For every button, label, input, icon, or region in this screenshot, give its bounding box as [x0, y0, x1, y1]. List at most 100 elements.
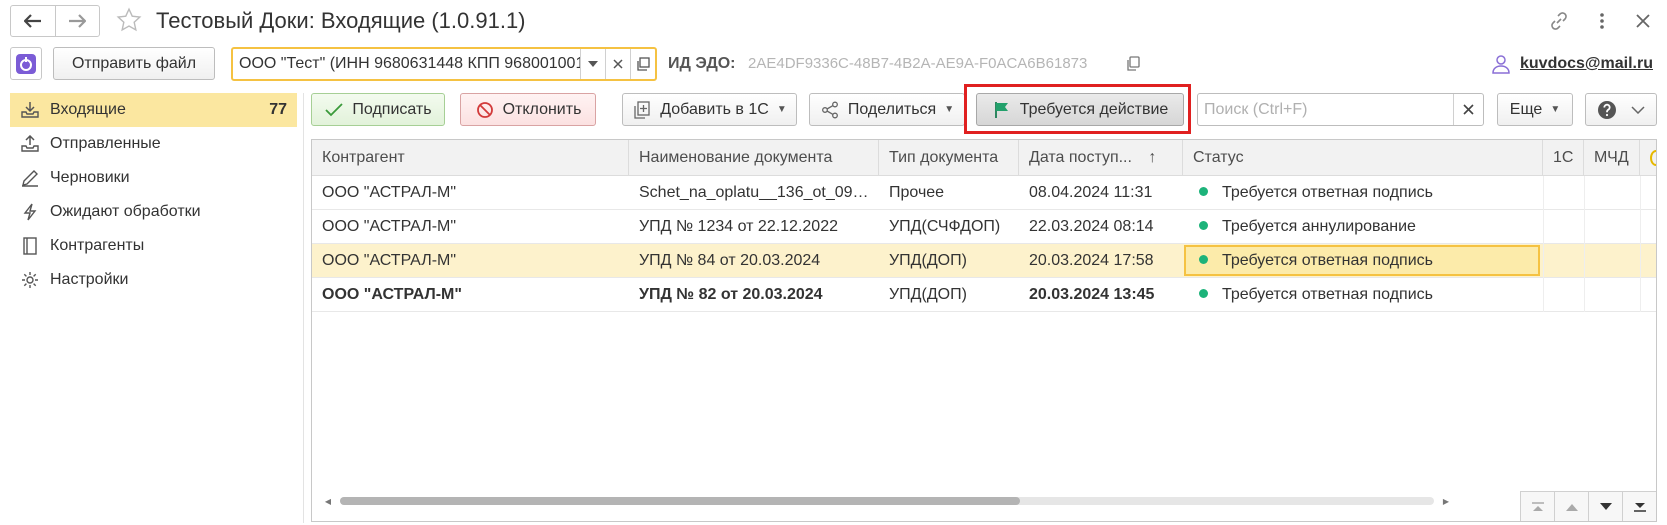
organization-clear-button[interactable] — [605, 49, 630, 79]
sidebar-divider — [303, 93, 304, 523]
sidebar-item-drafts[interactable]: Черновики — [10, 161, 297, 195]
status-text: Требуется ответная подпись — [1222, 184, 1433, 201]
action-required-label: Требуется действие — [1019, 100, 1169, 118]
sidebar-item-label: Ожидают обработки — [50, 203, 201, 220]
column-separator — [1640, 244, 1641, 278]
column-separator — [1640, 278, 1641, 312]
star-icon — [116, 7, 142, 32]
window-menu-button[interactable] — [1589, 8, 1615, 34]
horizontal-scrollbar[interactable]: ◀ ▶ — [322, 495, 1452, 507]
status-text: Требуется ответная подпись — [1222, 286, 1433, 303]
add-document-icon — [632, 100, 652, 120]
share-button[interactable]: Поделиться ▼ — [809, 93, 965, 126]
cell-counterparty: ООО "АСТРАЛ-М" — [322, 218, 457, 235]
navigation-buttons — [10, 5, 100, 37]
cell-date: 22.03.2024 08:14 — [1029, 218, 1154, 235]
reject-button[interactable]: Отклонить — [460, 93, 596, 126]
table-row-unread[interactable]: ООО "АСТРАЛ-М" УПД № 82 от 20.03.2024 УП… — [312, 278, 1656, 312]
status-dot — [1199, 221, 1208, 231]
cell-doc-name: УПД № 82 от 20.03.2024 — [639, 286, 823, 303]
copy-icon — [1127, 56, 1140, 71]
action-required-button[interactable]: Требуется действие — [976, 93, 1184, 126]
pencil-icon — [20, 168, 40, 188]
next-row-button[interactable] — [1588, 492, 1622, 521]
sidebar-item-pending[interactable]: Ожидают обработки — [10, 195, 297, 229]
checkmark-icon — [324, 100, 344, 120]
cell-status: Требуется ответная подпись — [1183, 244, 1543, 278]
back-button[interactable] — [11, 6, 55, 36]
close-icon — [613, 59, 623, 69]
table-row[interactable]: ООО "АСТРАЛ-М" УПД № 1234 от 22.12.2022 … — [312, 210, 1656, 244]
more-button[interactable]: Еще ▼ — [1497, 93, 1573, 126]
column-separator — [1543, 210, 1544, 244]
cell-doc-type: Прочее — [889, 184, 945, 201]
sidebar-item-counterparties[interactable]: Контрагенты — [10, 229, 297, 263]
column-separator — [1543, 278, 1544, 312]
copy-edo-button[interactable] — [1123, 54, 1143, 74]
column-header-counterparty[interactable]: Контрагент — [312, 140, 629, 176]
scroll-right-icon[interactable]: ▶ — [1440, 495, 1452, 507]
scroll-left-icon[interactable]: ◀ — [322, 495, 334, 507]
close-icon — [1636, 14, 1650, 28]
chevron-down-icon — [1631, 105, 1645, 114]
scrollbar-thumb[interactable] — [340, 497, 1020, 505]
book-icon — [20, 236, 40, 256]
sidebar: Входящие 77 Отправленные Черновики Ожида… — [10, 93, 297, 297]
column-header-status[interactable]: Статус — [1183, 140, 1543, 176]
search-clear-button[interactable] — [1453, 94, 1483, 125]
table-row[interactable]: ООО "АСТРАЛ-М" Schet_na_oplatu__136_ot_0… — [312, 176, 1656, 210]
search-input[interactable] — [1198, 94, 1453, 125]
column-header-doc-name[interactable]: Наименование документа — [629, 140, 879, 176]
previous-row-button[interactable] — [1554, 492, 1588, 521]
column-separator — [1640, 210, 1641, 244]
sidebar-item-label: Настройки — [50, 271, 129, 288]
sidebar-item-label: Отправленные — [50, 135, 161, 152]
sidebar-item-incoming[interactable]: Входящие 77 — [10, 93, 297, 127]
organization-dropdown-button[interactable] — [580, 49, 605, 79]
app-button[interactable] — [10, 47, 42, 80]
sidebar-item-settings[interactable]: Настройки — [10, 263, 297, 297]
favorite-button[interactable] — [114, 5, 144, 35]
window-close-button[interactable] — [1630, 8, 1656, 34]
scrollbar-track[interactable] — [340, 497, 1434, 505]
cell-doc-name: Schet_na_oplatu__136_ot_09.04.2024 — [639, 184, 869, 201]
sign-button[interactable]: Подписать — [311, 93, 445, 126]
column-separator — [1584, 278, 1585, 312]
organization-open-button[interactable] — [630, 49, 655, 79]
last-row-button[interactable] — [1622, 492, 1656, 521]
cell-status: Требуется ответная подпись — [1183, 176, 1543, 210]
cell-counterparty: ООО "АСТРАЛ-М" — [322, 286, 462, 303]
add-to-1c-label: Добавить в 1С — [660, 100, 769, 118]
lightning-icon — [20, 202, 40, 222]
open-window-icon — [637, 57, 650, 71]
column-header-doc-type[interactable]: Тип документа — [879, 140, 1019, 176]
cell-counterparty: ООО "АСТРАЛ-М" — [322, 252, 457, 269]
column-header-extra[interactable] — [1640, 140, 1656, 176]
help-button[interactable] — [1585, 93, 1657, 126]
column-header-1c[interactable]: 1С — [1543, 140, 1584, 176]
column-header-date[interactable]: Дата поступ... ↑ — [1019, 140, 1183, 176]
table-row-selected[interactable]: ООО "АСТРАЛ-М" УПД № 84 от 20.03.2024 УП… — [312, 244, 1656, 278]
forward-button[interactable] — [54, 6, 100, 36]
organization-select[interactable]: ООО "Тест" (ИНН 9680631448 КПП 968001001… — [231, 47, 657, 81]
row-navigation — [1520, 491, 1656, 521]
first-row-button[interactable] — [1520, 492, 1554, 521]
add-to-1c-button[interactable]: Добавить в 1С ▼ — [622, 93, 797, 126]
user-email-link[interactable]: kuvdocs@mail.ru — [1520, 52, 1653, 76]
gear-icon — [20, 270, 40, 290]
status-dot — [1199, 187, 1208, 197]
organization-value: ООО "Тест" (ИНН 9680631448 КПП 968001001… — [239, 55, 580, 72]
sidebar-item-label: Черновики — [50, 169, 130, 186]
cell-doc-type: УПД(СЧФДОП) — [889, 218, 1001, 235]
column-header-mchd[interactable]: МЧД — [1584, 140, 1640, 176]
cell-doc-name: УПД № 84 от 20.03.2024 — [639, 252, 821, 269]
cell-date: 20.03.2024 17:58 — [1029, 252, 1154, 269]
chevron-down-icon: ▼ — [1550, 104, 1561, 115]
first-row-icon — [1531, 502, 1544, 511]
link-button[interactable] — [1546, 8, 1572, 34]
close-icon — [1463, 104, 1474, 115]
sidebar-item-sent[interactable]: Отправленные — [10, 127, 297, 161]
send-file-button[interactable]: Отправить файл — [53, 47, 215, 80]
cell-doc-type: УПД(ДОП) — [889, 252, 967, 269]
status-dot — [1199, 289, 1208, 299]
